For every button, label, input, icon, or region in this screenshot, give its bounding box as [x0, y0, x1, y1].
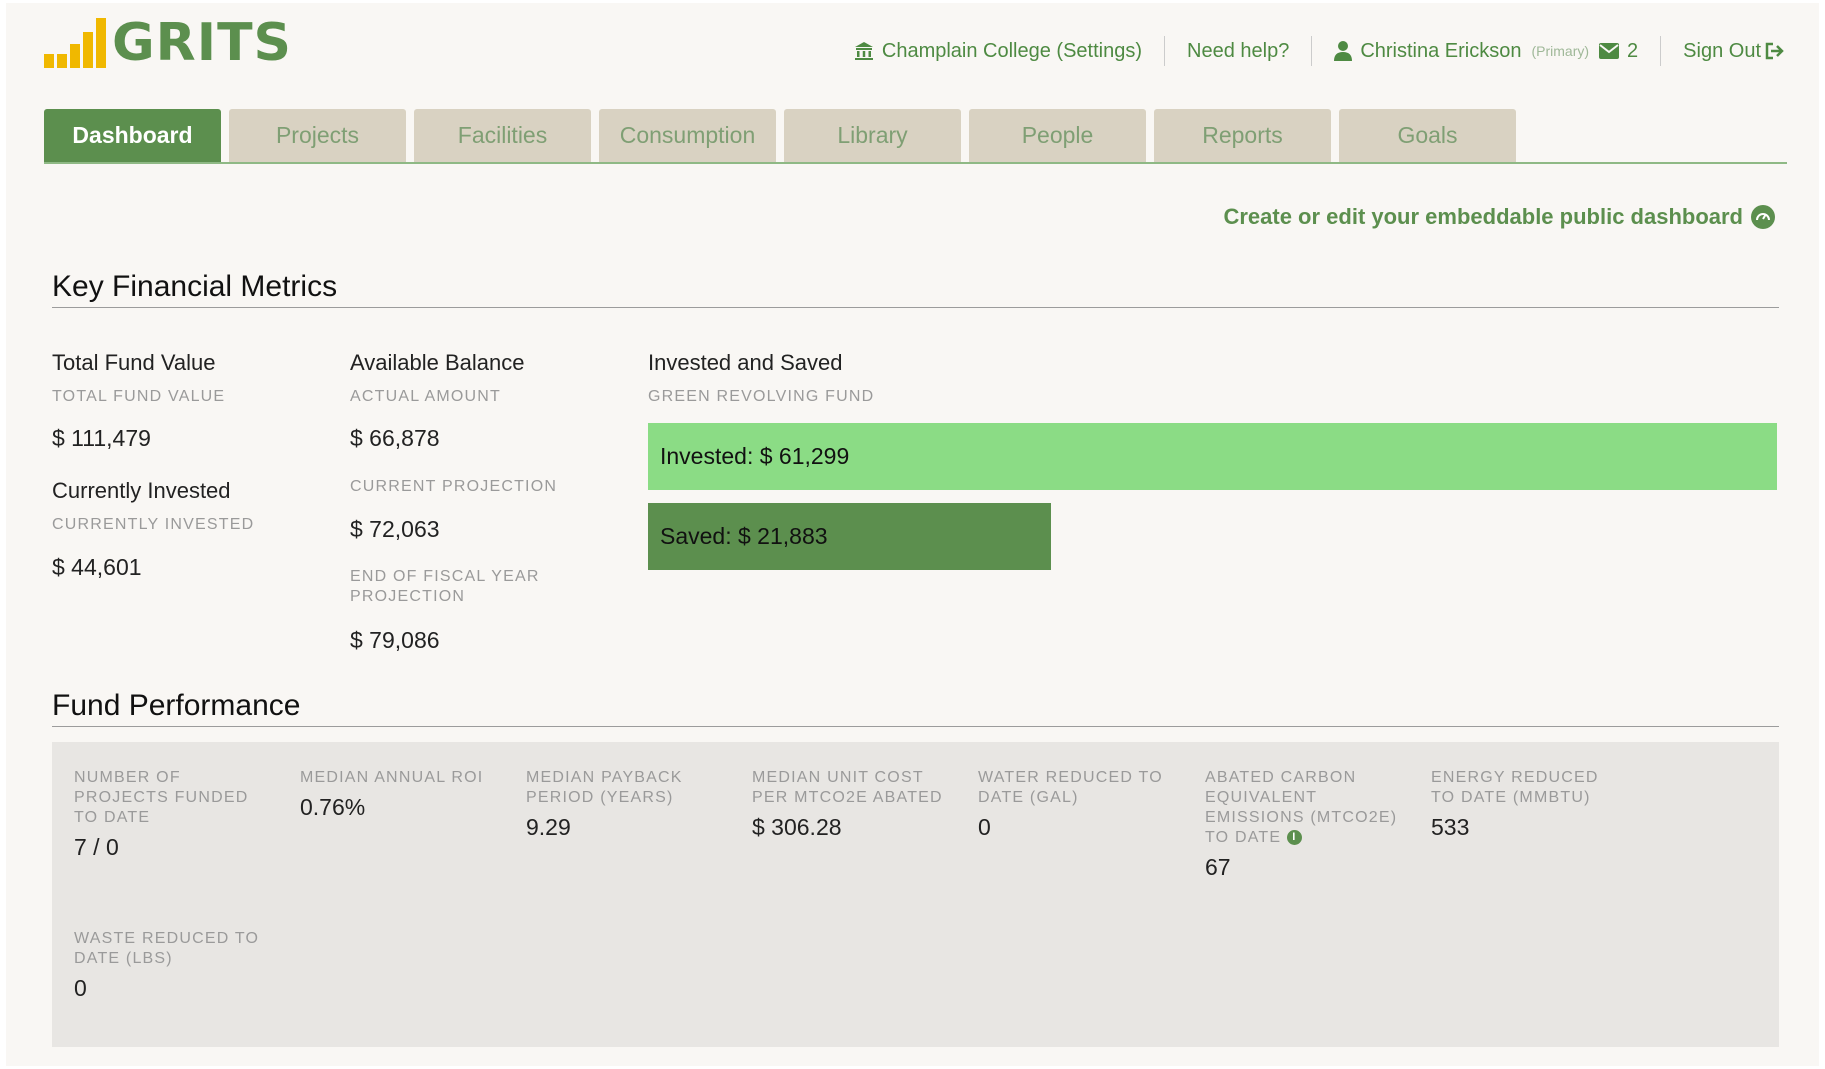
perf-value: 0 [978, 814, 991, 840]
need-help-link[interactable]: Need help? [1164, 36, 1311, 66]
logo-text: GRITS [112, 13, 292, 73]
perf-label: MEDIAN PAYBACK PERIOD (YEARS) [526, 769, 683, 806]
perf-median-payback: MEDIAN PAYBACK PERIOD (YEARS) 9.29 [526, 768, 716, 841]
total-fund-value: $ 111,479 [52, 425, 151, 451]
fiscal-year-projection-sub: END OF FISCAL YEAR PROJECTION [350, 568, 540, 605]
envelope-icon[interactable] [1599, 43, 1620, 59]
sign-out-icon [1765, 42, 1784, 60]
perf-label: WATER REDUCED TO DATE (GAL) [978, 769, 1163, 806]
perf-projects-funded: NUMBER OF PROJECTS FUNDED TO DATE 7 / 0 [74, 768, 264, 861]
tab-underline [44, 162, 1787, 164]
institution-label: Champlain College (Settings) [881, 39, 1143, 62]
tab-people[interactable]: People [969, 109, 1146, 162]
tab-goals[interactable]: Goals [1339, 109, 1516, 162]
invested-saved-label: Invested and Saved [648, 350, 843, 375]
section-rule [52, 726, 1779, 727]
top-navigation: Champlain College (Settings) Need help? … [832, 36, 1785, 66]
need-help-label: Need help? [1187, 39, 1290, 62]
fund-performance-heading: Fund Performance [52, 689, 301, 722]
tab-library[interactable]: Library [784, 109, 961, 162]
dashboard-gauge-icon [1751, 205, 1775, 229]
bank-icon [854, 42, 873, 60]
perf-label: ABATED CARBON EQUIVALENT EMISSIONS (MTCO… [1205, 768, 1410, 848]
perf-label: WASTE REDUCED TO DATE (LBS) [74, 930, 260, 967]
total-fund-label: Total Fund Value [52, 350, 216, 375]
perf-label: MEDIAN ANNUAL ROI [300, 769, 484, 786]
perf-abated-carbon: ABATED CARBON EQUIVALENT EMISSIONS (MTCO… [1205, 768, 1410, 881]
perf-waste-reduced: WASTE REDUCED TO DATE (LBS) 0 [74, 929, 284, 1002]
institution-settings-link[interactable]: Champlain College (Settings) [832, 36, 1164, 66]
saved-bar: Saved: $ 21,883 [648, 503, 1051, 570]
embeddable-dashboard-label: Create or edit your embeddable public da… [1223, 204, 1743, 229]
perf-label: NUMBER OF PROJECTS FUNDED TO DATE [74, 769, 249, 826]
tab-consumption[interactable]: Consumption [599, 109, 776, 162]
user-role: (Primary) [1531, 43, 1590, 59]
perf-value: 533 [1431, 814, 1470, 840]
user-profile-link[interactable]: Christina Erickson (Primary) 2 [1311, 36, 1660, 66]
invested-saved-sub: GREEN REVOLVING FUND [648, 388, 875, 405]
currently-invested-sub: CURRENTLY INVESTED [52, 516, 255, 533]
logo-bars-icon [44, 18, 106, 68]
perf-value: 9.29 [526, 814, 571, 840]
tab-reports[interactable]: Reports [1154, 109, 1331, 162]
mail-count: 2 [1627, 39, 1639, 62]
fiscal-year-projection-value: $ 79,086 [350, 627, 440, 653]
sign-out-link[interactable]: Sign Out [1660, 36, 1785, 66]
embeddable-dashboard-link[interactable]: Create or edit your embeddable public da… [1223, 204, 1775, 230]
current-projection-sub: CURRENT PROJECTION [350, 478, 558, 495]
user-icon [1334, 41, 1353, 61]
tab-facilities[interactable]: Facilities [414, 109, 591, 162]
invested-bar-label: Invested: $ 61,299 [660, 443, 850, 469]
main-tabs: Dashboard Projects Facilities Consumptio… [44, 109, 1516, 162]
current-projection-value: $ 72,063 [350, 516, 440, 542]
perf-energy-reduced: ENERGY REDUCED TO DATE (MMBTU) 533 [1431, 768, 1621, 841]
perf-median-unit-cost: MEDIAN UNIT COST PER MTCO2E ABATED $ 306… [752, 768, 957, 841]
invested-bar: Invested: $ 61,299 [648, 423, 1777, 490]
tab-dashboard[interactable]: Dashboard [44, 109, 221, 162]
info-icon[interactable]: i [1286, 830, 1302, 846]
perf-value: $ 306.28 [752, 814, 842, 840]
total-fund-sub: TOTAL FUND VALUE [52, 388, 226, 405]
perf-median-roi: MEDIAN ANNUAL ROI 0.76% [300, 768, 490, 821]
actual-amount-sub: ACTUAL AMOUNT [350, 388, 502, 405]
user-name: Christina Erickson [1360, 39, 1522, 62]
grits-logo[interactable]: GRITS [44, 13, 292, 73]
key-financial-metrics-heading: Key Financial Metrics [52, 270, 338, 303]
actual-amount-value: $ 66,878 [350, 425, 440, 451]
saved-bar-label: Saved: $ 21,883 [660, 523, 828, 549]
perf-label: MEDIAN UNIT COST PER MTCO2E ABATED [752, 769, 943, 806]
currently-invested-label: Currently Invested [52, 478, 231, 503]
perf-value: 67 [1205, 854, 1231, 880]
perf-label: ENERGY REDUCED TO DATE (MMBTU) [1431, 769, 1599, 806]
currently-invested-value: $ 44,601 [52, 554, 142, 580]
perf-value: 0.76% [300, 794, 366, 820]
perf-water-reduced: WATER REDUCED TO DATE (GAL) 0 [978, 768, 1178, 841]
perf-value: 0 [74, 975, 87, 1001]
perf-value: 7 / 0 [74, 834, 119, 860]
sign-out-label: Sign Out [1683, 39, 1761, 62]
section-rule [52, 307, 1779, 308]
available-balance-label: Available Balance [350, 350, 525, 375]
tab-projects[interactable]: Projects [229, 109, 406, 162]
